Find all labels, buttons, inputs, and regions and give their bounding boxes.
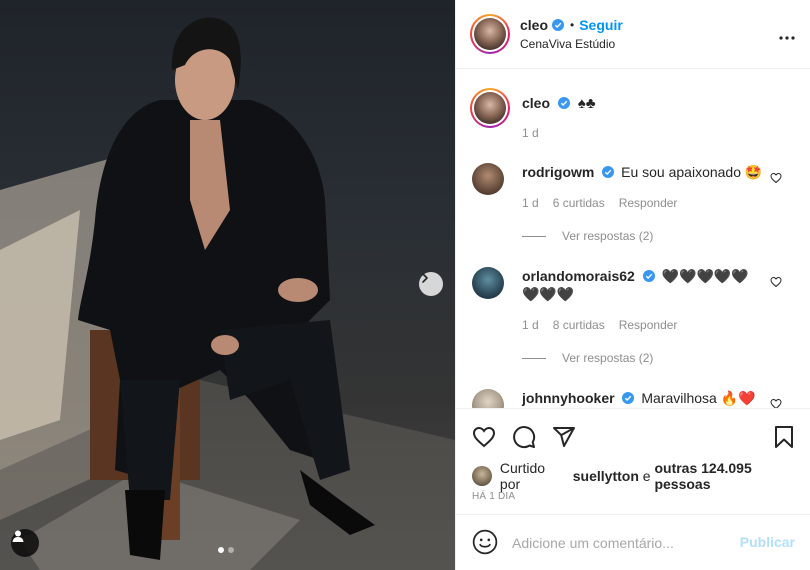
- next-image-button[interactable]: [419, 272, 443, 296]
- comment-author[interactable]: rodrigowm: [522, 164, 594, 180]
- verified-badge-icon: [552, 19, 565, 31]
- comment-author[interactable]: orlandomorais62: [522, 268, 635, 284]
- author-username[interactable]: cleo: [520, 17, 548, 33]
- comment-icon[interactable]: [512, 425, 536, 449]
- reply-button[interactable]: Responder: [619, 318, 678, 332]
- comment-composer: Publicar: [456, 514, 810, 570]
- verified-badge-icon: [602, 166, 615, 178]
- view-replies-button[interactable]: Ver respostas (2): [522, 351, 653, 365]
- photo-illustration: [0, 17, 455, 570]
- view-replies-button[interactable]: Ver respostas (2): [522, 229, 653, 243]
- comment-input[interactable]: [512, 533, 732, 553]
- follow-button[interactable]: Seguir: [579, 17, 623, 33]
- carousel-indicator: [218, 547, 234, 553]
- verified-badge-icon: [622, 392, 635, 404]
- comment-likes-count[interactable]: 8 curtidas: [553, 318, 605, 332]
- emoji-icon[interactable]: [472, 529, 498, 555]
- comment-text: 🖤🖤🖤🖤🖤: [661, 268, 749, 284]
- post-timestamp[interactable]: HÁ 1 DIA: [472, 491, 515, 502]
- comment-like-heart-icon[interactable]: [770, 172, 782, 184]
- post-sidebar: cleo • Seguir CenaViva Estúdio cleo ♠♣ 1…: [455, 0, 810, 570]
- comment-text-continued: 🖤🖤🖤: [522, 286, 575, 302]
- caption-age: 1 d: [522, 126, 539, 140]
- view-replies-label: Ver respostas (2): [562, 229, 654, 243]
- chevron-right-icon: [422, 273, 428, 283]
- comment-johnnyhooker: johnnyhooker Maravilhosa 🔥❤️: [522, 389, 756, 407]
- comment-rodrigowm: rodrigowm Eu sou apaixonado 🤩: [522, 163, 762, 181]
- comment-avatar-rodrigowm[interactable]: [472, 163, 504, 195]
- likes-summary: Curtido por suellytton e outras 124.095 …: [472, 460, 810, 492]
- comment-like-heart-icon[interactable]: [770, 398, 782, 408]
- more-options-icon: [779, 36, 795, 40]
- caption: cleo ♠♣: [522, 94, 596, 113]
- author-row: cleo • Seguir: [520, 17, 623, 33]
- comment-like-heart-icon[interactable]: [770, 276, 782, 288]
- reply-button[interactable]: Responder: [619, 196, 678, 210]
- likes-others[interactable]: outras 124.095 pessoas: [654, 460, 810, 492]
- verified-badge-icon: [557, 97, 570, 109]
- view-replies-label: Ver respostas (2): [562, 351, 654, 365]
- post-header: cleo • Seguir CenaViva Estúdio: [456, 0, 810, 69]
- share-icon[interactable]: [552, 425, 576, 449]
- caption-text: ♠♣: [577, 95, 596, 112]
- caption-author-avatar[interactable]: [470, 88, 510, 128]
- separator-dot: •: [570, 18, 575, 32]
- verified-badge-icon: [642, 270, 655, 282]
- carousel-dot: [228, 547, 234, 553]
- heart-icon[interactable]: [472, 425, 496, 449]
- likes-middle: e: [642, 468, 651, 484]
- comment-text: Maravilhosa 🔥❤️: [641, 390, 756, 406]
- more-options-button[interactable]: [779, 27, 795, 43]
- author-avatar[interactable]: [470, 14, 510, 54]
- comment-avatar-johnnyhooker[interactable]: [472, 389, 504, 408]
- caption-author[interactable]: cleo: [522, 95, 550, 111]
- post-actions: Curtido por suellytton e outras 124.095 …: [456, 408, 810, 514]
- comment-avatar-orlandomorais62[interactable]: [472, 267, 504, 299]
- likes-prefix: Curtido por: [499, 460, 546, 492]
- comment-meta: 1 d 6 curtidas Responder: [522, 196, 691, 210]
- comment-age: 1 d: [522, 318, 539, 332]
- save-icon[interactable]: [772, 425, 796, 449]
- post-location[interactable]: CenaViva Estúdio: [520, 37, 615, 51]
- comment-age: 1 d: [522, 196, 539, 210]
- comments-list[interactable]: cleo ♠♣ 1 d rodrigowm Eu sou apaixonado …: [456, 70, 810, 408]
- comment-text: Eu sou apaixonado 🤩: [621, 164, 763, 180]
- tagged-users-button[interactable]: [11, 529, 39, 557]
- caption-meta: 1 d: [522, 126, 553, 140]
- liker-username[interactable]: suellytton: [573, 468, 639, 484]
- comment-orlandomorais62: orlandomorais62 🖤🖤🖤🖤🖤: [522, 267, 752, 285]
- comment-author[interactable]: johnnyhooker: [522, 390, 615, 406]
- comment-meta: 1 d 8 curtidas Responder: [522, 318, 691, 332]
- publish-button[interactable]: Publicar: [740, 534, 795, 550]
- liker-avatar[interactable]: [472, 466, 492, 486]
- post-photo[interactable]: [0, 0, 455, 570]
- carousel-dot-active: [218, 547, 224, 553]
- comment-likes-count[interactable]: 6 curtidas: [553, 196, 605, 210]
- user-tag-icon: [12, 530, 24, 542]
